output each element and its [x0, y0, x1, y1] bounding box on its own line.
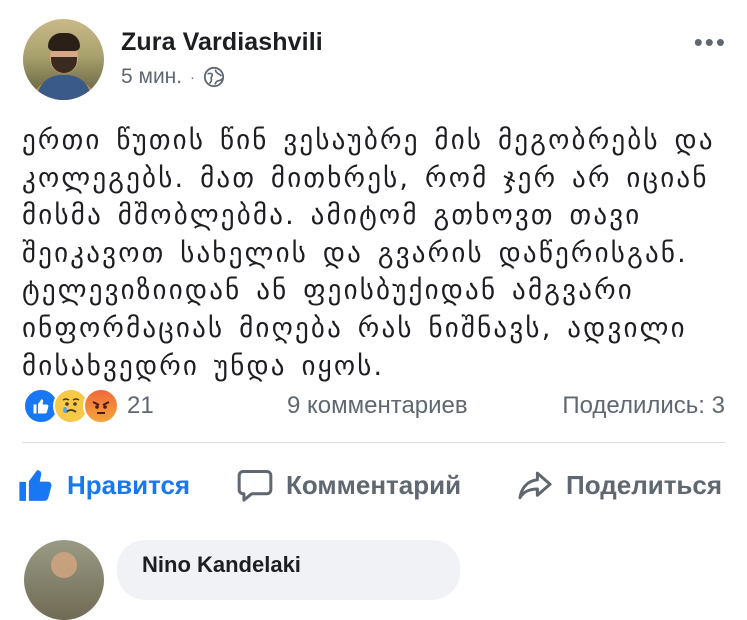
post-text-line: ერთი წუთის წინ ვესაუბრე მის მეგობრებს და — [22, 125, 715, 156]
commenter-avatar[interactable] — [24, 540, 104, 620]
post-timestamp[interactable]: 5 мин. — [121, 65, 182, 89]
post-text-line: შეიკავოთ სახელის და გვარის დაწერისგან. — [22, 237, 688, 269]
author-avatar[interactable] — [23, 19, 104, 100]
post-text-line: მისახვედრი უნდა იყოს. — [22, 350, 385, 382]
angry-reaction-icon — [83, 388, 119, 424]
author-name-link[interactable]: Zura Vardiashvili — [121, 28, 323, 57]
more-options-icon[interactable]: ••• — [694, 29, 727, 55]
meta-separator: · — [190, 69, 195, 85]
comment-icon — [237, 470, 273, 502]
comments-count-link[interactable]: 9 комментариев — [287, 392, 468, 420]
reaction-count: 21 — [127, 392, 154, 419]
comment-button[interactable]: Комментарий — [236, 462, 461, 508]
post-text-line: ინფორმაციას მიღება რას ნიშნავს, ადვილი — [22, 312, 687, 344]
like-button-label: Нравится — [67, 469, 191, 500]
post-text-line: კოლეგებს. მათ მითხრეს, რომ ჯერ არ იციან — [22, 162, 709, 194]
feed-post: Zura Vardiashvili 5 мин. · ••• ერთი წუთი… — [0, 0, 747, 620]
commenter-name-link[interactable]: Nino Kandelaki — [142, 552, 301, 578]
post-meta: 5 мин. · — [121, 64, 225, 90]
like-button[interactable]: Нравится — [17, 462, 190, 508]
globe-icon[interactable] — [203, 66, 225, 88]
comment-button-label: Комментарий — [286, 469, 462, 500]
share-button[interactable]: Поделиться — [516, 462, 722, 508]
share-arrow-icon — [518, 471, 552, 500]
thumbs-up-icon — [19, 469, 52, 501]
post-text-line: ტელევიზიიდან ან ფეისბუქიდან ამგვარი — [22, 275, 634, 307]
divider — [22, 442, 725, 443]
shares-count-link[interactable]: Поделились: 3 — [562, 392, 725, 420]
share-button-label: Поделиться — [566, 469, 723, 500]
reactions-summary[interactable]: 21 — [23, 388, 154, 424]
post-text-line: მისმა მშობლებმა. ამიტომ გთხოვთ თავი — [22, 200, 642, 232]
post-text: ერთი წუთის წინ ვესაუბრე მის მეგობრებს და… — [22, 122, 727, 385]
